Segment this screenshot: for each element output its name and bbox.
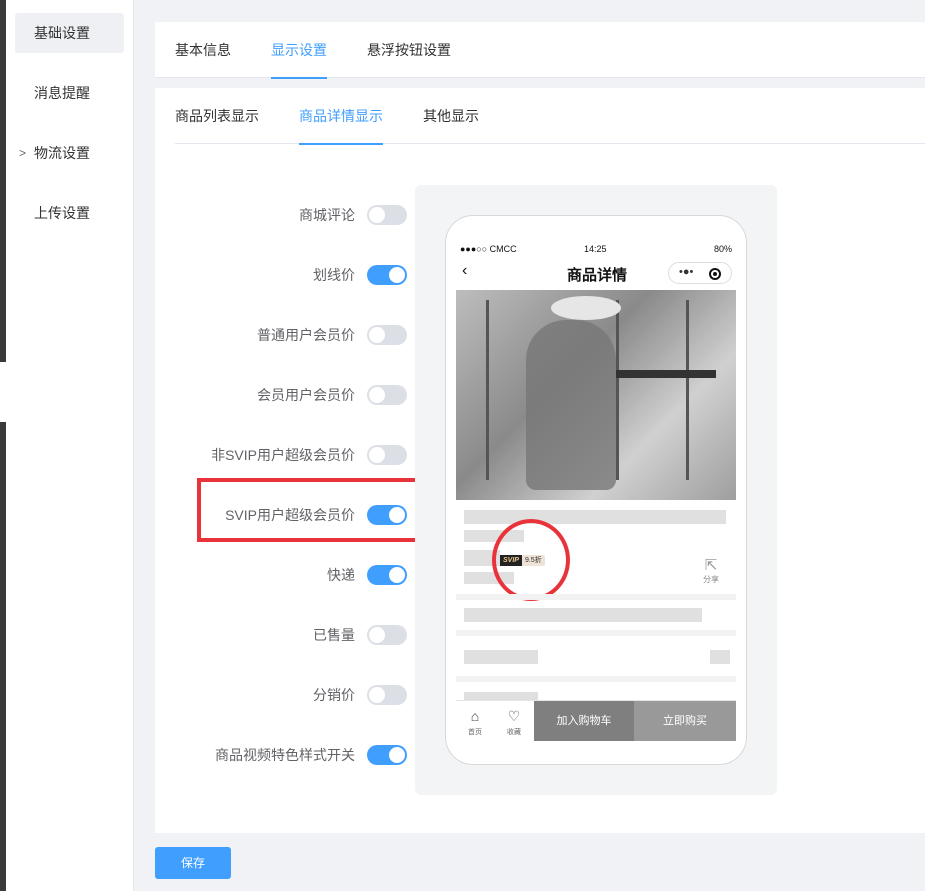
placeholder-line [464,608,702,622]
share-label: 分享 [703,575,719,584]
tab-float-button[interactable]: 悬浮按钮设置 [367,22,451,78]
sub-tabs: 商品列表显示 商品详情显示 其他显示 [175,88,925,145]
tab-display-settings[interactable]: 显示设置 [271,22,327,79]
phone-preview-area: ●●●○○ CMCC 14:25 80% ‹ 商品详情 •●• SVIP 9.5… [415,185,777,795]
express-toggle[interactable] [367,565,407,585]
divider [456,676,736,682]
subtab-product-list[interactable]: 商品列表显示 [175,88,259,144]
setting-distribution-price: 分销价 [155,683,407,707]
close-circle-icon [709,268,721,280]
member-price-toggle[interactable] [367,385,407,405]
non-svip-price-toggle[interactable] [367,445,407,465]
setting-label: 快递 [327,567,355,583]
setting-video-style: 商品视频特色样式开关 [155,743,407,767]
share-icon: ⇱ [704,557,718,574]
phone-status-bar: ●●●○○ CMCC 14:25 80% [460,244,732,258]
subtab-other[interactable]: 其他显示 [423,88,479,144]
heart-icon: ♡ [507,708,521,724]
save-button[interactable]: 保存 [155,847,231,879]
sidebar-item-label: 物流设置 [34,145,90,161]
placeholder-line [710,650,730,664]
setting-strike-price: 划线价 [155,263,407,287]
setting-label: 普通用户会员价 [257,327,355,343]
placeholder-line [464,650,538,664]
setting-non-svip-price: 非SVIP用户超级会员价 [155,443,407,467]
sidebar-item-label: 上传设置 [34,205,90,221]
svip-highlight-annotation [197,478,433,542]
setting-label: 非SVIP用户超级会员价 [211,447,355,463]
setting-label: 商品视频特色样式开关 [215,747,355,763]
sidebar-item-label: 消息提醒 [34,85,90,101]
svip-circle-annotation [492,519,570,601]
divider [456,630,736,636]
add-to-cart-button: 加入购物车 [534,701,634,741]
main-content: 基本信息 显示设置 悬浮按钮设置 商品列表显示 商品详情显示 其他显示 商城评论… [135,0,925,891]
sidebar-item-message[interactable]: 消息提醒 [15,73,124,113]
favorite-button: ♡ 收藏 [495,701,533,741]
carrier-text: ●●●○○ CMCC [460,244,517,254]
sidebar-item-label: 基础设置 [34,25,90,41]
divider [456,594,736,600]
home-label: 首页 [468,729,482,736]
clock-text: 14:25 [584,244,607,254]
favorite-label: 收藏 [507,729,521,736]
mall-review-toggle[interactable] [367,205,407,225]
share-button: ⇱ 分享 [696,556,726,585]
mini-program-capsule: •●• [668,262,732,284]
sidebar-item-basic[interactable]: 基础设置 [15,13,124,53]
top-tabs: 基本信息 显示设置 悬浮按钮设置 [155,22,925,79]
phone-nav-bar: ‹ 商品详情 •●• [456,262,738,286]
tab-basic-info[interactable]: 基本信息 [175,22,231,78]
phone-mockup: ●●●○○ CMCC 14:25 80% ‹ 商品详情 •●• SVIP 9.5… [445,215,747,765]
sidebar-item-logistics[interactable]: > 物流设置 [15,133,124,173]
chevron-right-icon: > [19,146,27,160]
home-button: ⌂ 首页 [456,701,494,741]
normal-member-price-toggle[interactable] [367,325,407,345]
home-icon: ⌂ [470,708,480,724]
phone-bottom-bar: ⌂ 首页 ♡ 收藏 加入购物车 立即购买 [456,700,736,741]
setting-member-price: 会员用户会员价 [155,383,407,407]
setting-label: 分销价 [313,687,355,703]
subtab-product-detail[interactable]: 商品详情显示 [299,88,383,145]
setting-label: 商城评论 [299,207,355,223]
setting-label: 会员用户会员价 [257,387,355,403]
sidebar-item-upload[interactable]: 上传设置 [15,193,124,233]
strike-price-toggle[interactable] [367,265,407,285]
product-image [456,290,736,500]
setting-label: 划线价 [313,267,355,283]
video-style-toggle[interactable] [367,745,407,765]
setting-normal-member-price: 普通用户会员价 [155,323,407,347]
distribution-price-toggle[interactable] [367,685,407,705]
setting-express: 快递 [155,563,407,587]
setting-label: 已售量 [313,627,355,643]
more-dots-icon: •●• [679,266,694,278]
placeholder-title [464,510,726,524]
setting-sold-count: 已售量 [155,623,407,647]
battery-text: 80% [713,244,732,254]
sold-count-toggle[interactable] [367,625,407,645]
settings-panel: 商品列表显示 商品详情显示 其他显示 商城评论 划线价 普通用户会员价 会员用户… [155,88,925,833]
setting-mall-review: 商城评论 [155,203,407,227]
settings-sidebar: 基础设置 消息提醒 > 物流设置 上传设置 [6,0,134,891]
buy-now-button: 立即购买 [634,701,736,741]
